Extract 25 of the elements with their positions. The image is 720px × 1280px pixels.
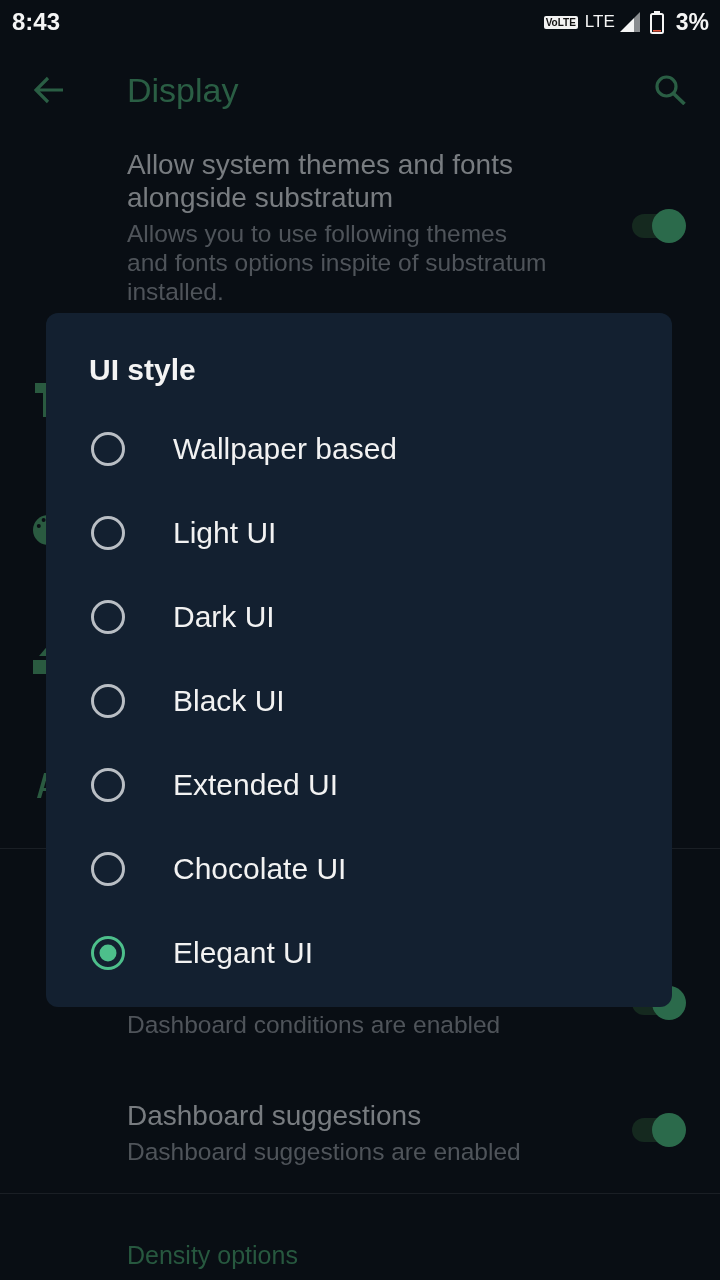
preference-title: Dashboard suggestions bbox=[127, 1099, 423, 1132]
radio-option[interactable]: Light UI bbox=[91, 516, 277, 550]
signal-icon bbox=[619, 12, 640, 32]
preference-summary: Allows you to use following themes and fonts options inspite of substratum installed. bbox=[127, 219, 548, 306]
back-arrow-icon[interactable] bbox=[34, 76, 64, 104]
status-time: 8:43 bbox=[12, 8, 61, 36]
preference-title: Allow system themes and fonts alongside substratum bbox=[127, 148, 514, 214]
radio-option[interactable]: Chocolate UI bbox=[91, 852, 347, 886]
preference-summary: Dashboard suggestions are enabled bbox=[127, 1137, 522, 1166]
text-icon bbox=[35, 383, 46, 417]
radio-option[interactable]: Extended UI bbox=[91, 768, 339, 802]
preference-summary: Dashboard conditions are enabled bbox=[127, 1010, 502, 1039]
category-header: Density options bbox=[127, 1241, 298, 1269]
battery-icon bbox=[649, 10, 664, 34]
radio-option[interactable]: Elegant UI bbox=[91, 936, 314, 970]
radio-option[interactable]: Wallpaper based bbox=[91, 432, 398, 466]
letter-icon bbox=[37, 772, 46, 798]
volte-badge: VoLTE bbox=[543, 15, 578, 29]
page-title: Display bbox=[127, 70, 239, 110]
radio-option[interactable]: Black UI bbox=[91, 684, 285, 718]
battery-percent: 3% bbox=[675, 8, 709, 36]
dialog-title: UI style bbox=[89, 353, 196, 386]
radio-option[interactable]: Dark UI bbox=[91, 600, 275, 634]
network-type: LTE bbox=[584, 11, 615, 33]
search-icon[interactable] bbox=[655, 75, 686, 105]
